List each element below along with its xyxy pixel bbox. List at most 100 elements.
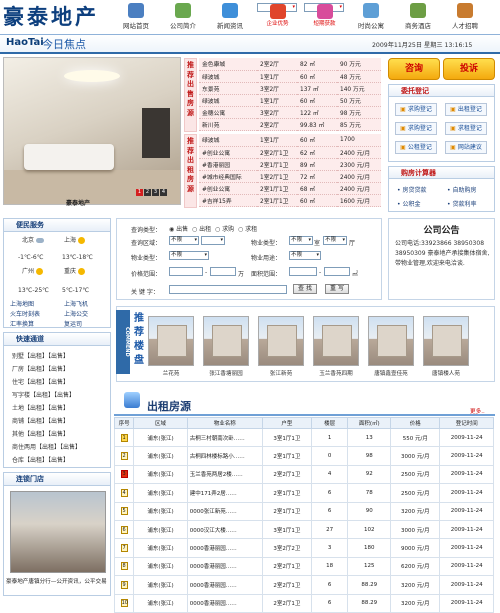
calc-link-4[interactable]: • 贷款利率	[447, 199, 476, 208]
slide-3-button[interactable]: 3	[152, 189, 159, 196]
radio-rent[interactable]: ○ 出租	[192, 226, 211, 233]
channel-item[interactable]: 商铺【出租】【出售】	[12, 416, 69, 425]
channel-item[interactable]: 住宅【出租】【出售】	[12, 377, 69, 386]
gallery-photo[interactable]	[313, 316, 359, 366]
complaint-button[interactable]: 投诉	[443, 58, 495, 80]
slide-1-button[interactable]: 1	[136, 189, 143, 196]
nav-item[interactable]: 公司简介	[163, 3, 203, 31]
radio-seek[interactable]: ○ 求租	[238, 226, 257, 233]
table-row[interactable]: 4 浦东(张江) 建中171弄2居…… 2室1厅1卫 6 78 2500 元/月 2009-1…	[113, 483, 494, 503]
nav-item[interactable]: 商务酒店	[398, 3, 438, 31]
slide-2-button[interactable]: 2	[144, 189, 151, 196]
nav-item[interactable]: 新闻资讯	[210, 3, 250, 31]
channel-item[interactable]: 商住两用【出租】【出售】	[12, 442, 81, 451]
hero-slideshow[interactable]	[3, 57, 181, 205]
hall-select[interactable]: 不限	[323, 236, 347, 245]
listing-row[interactable]: #香港丽园 2室1厅1卫 89 ㎡ 2300 元/月	[199, 158, 381, 171]
calc-link-2[interactable]: • 自助购房	[447, 185, 476, 194]
listing-row[interactable]: #创业公寓 2室1厅1卫 68 ㎡ 2400 元/月	[199, 182, 381, 195]
rent-register-button[interactable]: ▣ 求租登记	[445, 122, 487, 135]
rent-out-register-button[interactable]: ▣ 出租登记	[445, 103, 487, 116]
nav-item[interactable]: 企业优势	[257, 3, 297, 27]
table-row[interactable]: 10 浦东(张江) 0000香港丽园…… 2室2厅1卫 6 88.29 3200 元/月 20…	[113, 593, 494, 613]
search-button[interactable]: 查 找	[293, 284, 317, 294]
listing-row[interactable]: #吉祥15弄 2室1厅1卫 60 ㎡ 1600 元/月	[199, 194, 381, 207]
gallery-caption[interactable]: 兰花苑	[146, 369, 196, 377]
nav-item[interactable]: 时尚公寓	[351, 3, 391, 31]
use-select[interactable]: 不限	[289, 251, 321, 260]
subarea-select[interactable]	[201, 236, 225, 245]
public-rent-button[interactable]: ▣ 公租登记	[395, 141, 437, 154]
gallery-caption[interactable]: 张江香塘丽园	[201, 369, 251, 377]
table-row[interactable]: 7 浦东(张江) 0000香港丽园…… 3室2厅2卫 3 180 9000 元/月 2009-…	[113, 538, 494, 558]
calc-link-3[interactable]: • 公积金	[397, 199, 420, 208]
table-cell[interactable]: 玉兰香苑两居2楼……	[186, 464, 263, 485]
service-link[interactable]: 火车时刻表	[10, 309, 40, 318]
buy-register-button[interactable]: ▣ 求购登记	[395, 103, 437, 116]
service-link[interactable]: 上海地图	[10, 299, 34, 308]
room-select[interactable]: 不限	[289, 236, 313, 245]
table-row[interactable]: 9 浦东(张江) 0000香港丽园…… 2室2厅1卫 6 88.29 3200 元/月 200…	[113, 575, 494, 595]
site-suggest-button[interactable]: ▣ 网站建议	[445, 141, 487, 154]
price-min-input[interactable]	[169, 267, 203, 276]
area-max-input[interactable]	[324, 267, 350, 276]
table-cell[interactable]: 0000张江新苑……	[186, 501, 263, 521]
table-row[interactable]: 2 浦东(张江) 古桐四林楼标路小…… 2室1厅1卫 0 98 3000 元/月 2009-1…	[113, 446, 494, 466]
gallery-caption[interactable]: 唐镇楼人苑	[421, 369, 471, 377]
gallery-photo[interactable]	[148, 316, 194, 366]
channel-item[interactable]: 写字楼【出租】【出售】	[12, 390, 75, 399]
listing-row[interactable]: 绿波城 1室1厅 60 ㎡ 48 万元	[199, 70, 381, 83]
buy-register-button-2[interactable]: ▣ 求购登记	[395, 122, 437, 135]
service-link[interactable]: 复运司	[64, 319, 82, 328]
table-cell[interactable]: 古桐四林楼标路小……	[186, 446, 263, 466]
gallery-caption[interactable]: 玉兰香苑四期	[311, 369, 361, 377]
area-select[interactable]: 不限	[169, 236, 199, 245]
ptype-select[interactable]: 不限	[169, 251, 209, 260]
radio-sale[interactable]: ◉ 出售	[169, 226, 188, 233]
calc-link-1[interactable]: • 房贷贷款	[397, 185, 426, 194]
gallery-photo[interactable]	[368, 316, 414, 366]
branch-photo[interactable]	[10, 491, 106, 573]
listing-row[interactable]: 金色康城 2室2厅 82 ㎡ 90 万元	[199, 58, 381, 71]
keyword-input[interactable]	[169, 285, 287, 294]
gallery-caption[interactable]: 唐镇鑫壹佳苑	[366, 369, 416, 377]
slide-4-button[interactable]: 4	[160, 189, 167, 196]
consult-button[interactable]: 咨询	[388, 58, 440, 80]
gallery-photo[interactable]	[423, 316, 469, 366]
gallery-caption[interactable]: 张江新苑	[256, 369, 306, 377]
area-min-input[interactable]	[289, 267, 317, 276]
channel-item[interactable]: 其他【出租】【出售】	[12, 429, 69, 438]
reset-button[interactable]: 重 写	[325, 284, 349, 294]
more-link[interactable]: 更多..	[470, 407, 485, 415]
channel-item[interactable]: 厂房【出租】【出售】	[12, 364, 69, 373]
table-row[interactable]: 1 浦东(张江) 古桐三村朝南次卧…… 3室1厅1卫 1 13 550 元/月 2009-11…	[113, 427, 494, 448]
channel-item[interactable]: 仓库【出租】【出售】	[12, 455, 69, 464]
listing-row[interactable]: 新川苑 2室2厅 99.83 ㎡ 85 万元	[199, 118, 381, 131]
service-link[interactable]: 上海飞机	[64, 299, 88, 308]
price-max-input[interactable]	[210, 267, 236, 276]
gallery-photo[interactable]	[258, 316, 304, 366]
radio-buy[interactable]: ○ 求购	[215, 226, 234, 233]
listing-row[interactable]: 绿波城 1室1厅 60 ㎡ 50 万元	[199, 94, 381, 107]
table-cell[interactable]: 0000汉江大楼……	[186, 519, 263, 540]
table-row[interactable]: 8 浦东(张江) 0000香港丽园…… 2室2厅1卫 18 125 6200 元/月 2009…	[113, 556, 494, 577]
site-logo[interactable]: 豪泰地产	[3, 2, 113, 32]
nav-item[interactable]: 网站首页	[116, 3, 156, 31]
table-cell[interactable]: 0000香港丽园……	[186, 575, 263, 595]
table-cell[interactable]: 0000香港丽园……	[186, 556, 263, 577]
listing-row[interactable]: 金穗公寓 3室2厅 122 ㎡ 98 万元	[199, 106, 381, 119]
service-link[interactable]: 上海公交	[64, 309, 88, 318]
listing-row[interactable]: 东景苑 3室2厅 137 ㎡ 140 万元	[199, 82, 381, 95]
channel-item[interactable]: 别墅【出租】【出售】	[12, 351, 69, 360]
channel-item[interactable]: 土地【出租】【出售】	[12, 403, 69, 412]
listing-row[interactable]: #创业公寓 2室2厅1卫 62 ㎡ 2400 元/月	[199, 146, 381, 159]
table-cell[interactable]: 0000香港丽园……	[186, 538, 263, 558]
nav-item[interactable]: 短期获款	[304, 3, 344, 27]
table-row[interactable]: 6 浦东(张江) 0000汉江大楼…… 3室1厅1卫 27 102 3000 元/月 2009…	[113, 519, 494, 540]
listing-row[interactable]: 绿波城 1室1厅 60 ㎡ 1700	[199, 134, 381, 147]
table-cell[interactable]: 古桐三村朝南次卧……	[186, 427, 263, 448]
service-link[interactable]: 汇率换算	[10, 319, 34, 328]
nav-item[interactable]: 人才招聘	[445, 3, 485, 31]
listing-row[interactable]: #城市经典国际 1室2厅1卫 72 ㎡ 2400 元/月	[199, 170, 381, 183]
table-cell[interactable]: 建中171弄2居……	[186, 483, 263, 503]
